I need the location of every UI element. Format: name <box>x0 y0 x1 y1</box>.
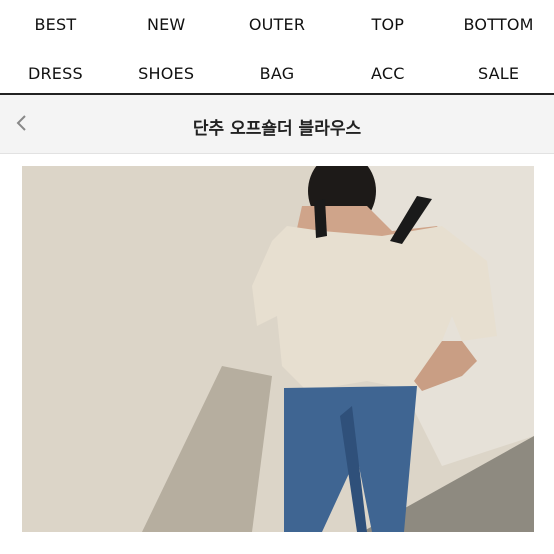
nav-item-acc[interactable]: ACC <box>332 64 443 83</box>
nav-item-bag[interactable]: BAG <box>222 64 333 83</box>
product-photo[interactable] <box>22 166 534 532</box>
nav-item-sale[interactable]: SALE <box>443 64 554 83</box>
page-title: 단추 오프숄더 블라우스 <box>192 119 362 139</box>
nav-item-top[interactable]: TOP <box>332 15 443 34</box>
nav-row-2: DRESS SHOES BAG ACC SALE <box>0 49 554 98</box>
nav-item-outer[interactable]: OUTER <box>222 15 333 34</box>
nav-item-best[interactable]: BEST <box>0 15 111 34</box>
top-category-nav: BEST NEW OUTER TOP BOTTOM DRESS SHOES BA… <box>0 0 554 98</box>
nav-item-bottom[interactable]: BOTTOM <box>443 15 554 34</box>
nav-item-new[interactable]: NEW <box>111 15 222 34</box>
nav-item-shoes[interactable]: SHOES <box>111 64 222 83</box>
nav-row-1: BEST NEW OUTER TOP BOTTOM <box>0 0 554 49</box>
product-image <box>22 166 534 532</box>
page-header: 단추 오프숄더 블라우스 <box>0 95 554 154</box>
nav-item-dress[interactable]: DRESS <box>0 64 111 83</box>
